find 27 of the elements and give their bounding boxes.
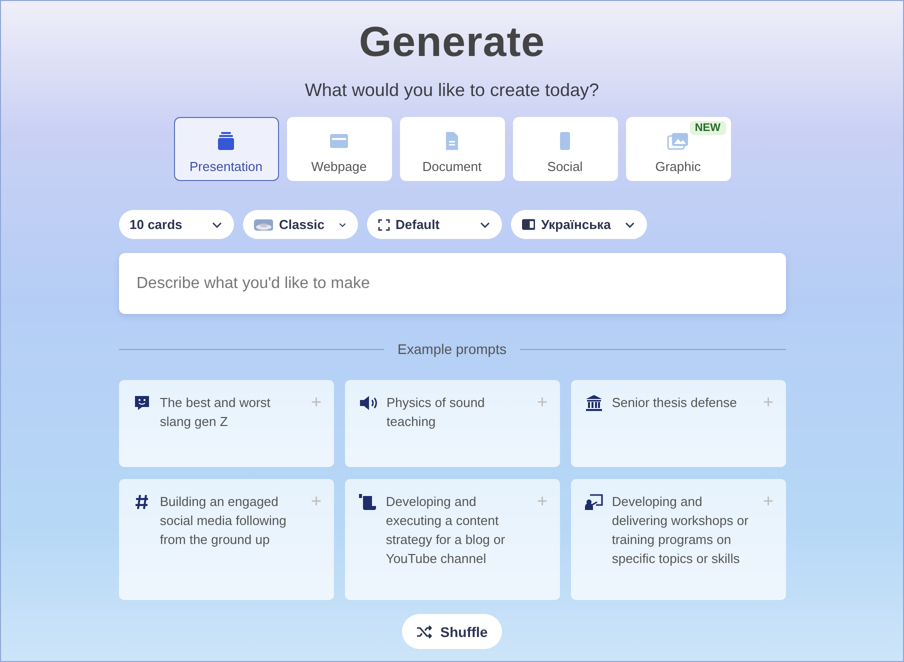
prompt-text: The best and worst slang gen Z xyxy=(160,394,272,431)
type-tab[interactable]: Webpage xyxy=(286,117,392,181)
option-dropdown[interactable]: Українська xyxy=(510,210,646,239)
type-tab[interactable]: NEW Graphic xyxy=(626,117,730,181)
prompt-text: Building an engaged social media following from the ground up xyxy=(160,493,288,549)
example-card[interactable]: Developing and delivering workshops or training programs on specific topics or skills + xyxy=(570,479,786,600)
type-tab[interactable]: Social xyxy=(512,117,618,181)
prompt-text: Developing and delivering workshops or training programs on specific topics or skills xyxy=(612,493,750,568)
example-card[interactable]: Building an engaged social media following from the ground up + xyxy=(118,479,334,600)
option-dropdown[interactable]: Default xyxy=(366,210,502,239)
option-dropdown[interactable]: Classic xyxy=(242,210,358,239)
option-dropdown[interactable]: 10 cards xyxy=(118,210,234,239)
page-title: Generate xyxy=(358,18,546,66)
section-heading: Example prompts xyxy=(398,341,506,357)
example-card[interactable]: Developing and executing a content strategy for a blog or YouTube channel + xyxy=(344,479,560,600)
example-card[interactable]: Physics of sound teaching + xyxy=(344,380,560,467)
type-tab[interactable]: Presentation xyxy=(174,117,278,181)
prompt-text: Senior thesis defense xyxy=(612,394,738,412)
example-card[interactable]: Senior thesis defense + xyxy=(570,380,786,467)
new-badge: NEW xyxy=(690,121,726,135)
example-card[interactable]: The best and worst slang gen Z + xyxy=(118,380,334,467)
subtitle: What would you like to create today? xyxy=(304,80,600,101)
type-tab[interactable]: Document xyxy=(400,117,504,181)
prompt-text: Physics of sound teaching xyxy=(386,394,486,431)
shuffle-button[interactable]: Shuffle xyxy=(402,614,502,649)
prompt-text: Developing and executing a content strategy for a blog or YouTube channel xyxy=(386,493,506,568)
prompt-field[interactable]: Describe what you'd like to make xyxy=(118,253,786,314)
